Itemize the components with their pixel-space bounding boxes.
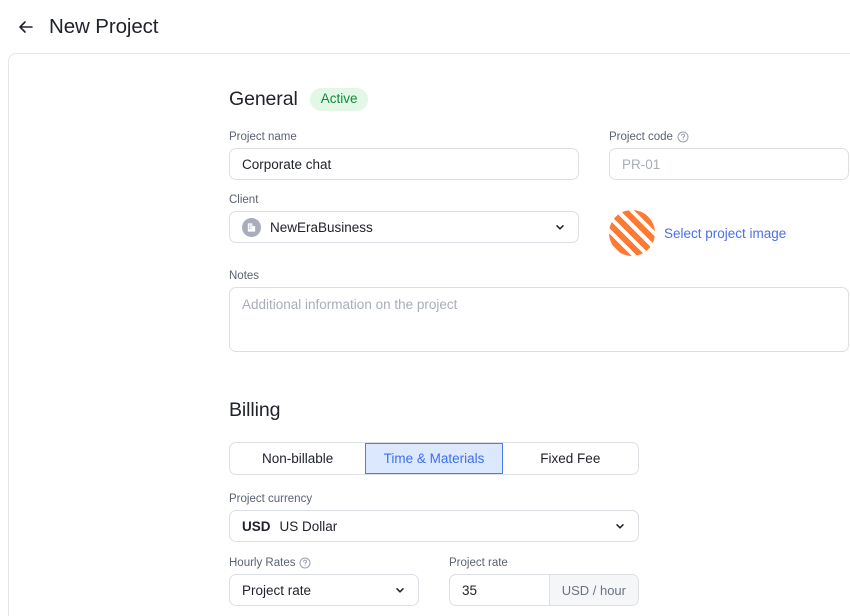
project-currency-field: Project currency USD US Dollar (229, 493, 639, 542)
project-code-input[interactable]: PR-01 (609, 148, 849, 180)
project-currency-select[interactable]: USD US Dollar (229, 510, 639, 542)
project-code-label-text: Project code (609, 131, 673, 143)
client-value: NewEraBusiness (270, 219, 373, 235)
project-code-field: Project code PR-01 (609, 131, 849, 180)
arrow-left-icon[interactable] (17, 18, 35, 36)
hourly-rates-label-text: Hourly Rates (229, 557, 296, 569)
page-title: New Project (49, 14, 159, 38)
hourly-rates-label: Hourly Rates (229, 557, 419, 569)
building-icon (242, 217, 261, 237)
help-circle-icon[interactable] (677, 131, 689, 143)
project-rate-label: Project rate (449, 557, 508, 569)
project-rate-field: Project rate 35 USD / hour (449, 557, 639, 606)
project-name-input[interactable]: Corporate chat (229, 148, 579, 180)
select-project-image-link[interactable]: Select project image (664, 226, 786, 241)
general-section-header: General Active (229, 88, 850, 111)
striped-circle-icon (609, 210, 655, 256)
project-rate-input[interactable]: 35 (450, 575, 549, 605)
billing-section-title: Billing (229, 399, 281, 421)
project-name-field: Project name Corporate chat (229, 131, 579, 180)
hourly-rates-value: Project rate (242, 582, 312, 598)
notes-label: Notes (229, 270, 260, 282)
billing-type-time-materials[interactable]: Time & Materials (365, 443, 503, 474)
billing-section-header: Billing (229, 399, 850, 422)
client-image-row: Client NewEraBusiness Select project ima… (229, 194, 850, 256)
notes-placeholder: Additional information on the project (242, 297, 458, 312)
page-header: New Project (0, 0, 850, 53)
project-code-label: Project code (609, 131, 849, 143)
project-name-label: Project name (229, 131, 297, 143)
chevron-down-icon (554, 221, 566, 233)
rates-row: Hourly Rates Project rate Project rate 3… (229, 557, 850, 606)
project-currency-label: Project currency (229, 493, 313, 505)
client-label: Client (229, 194, 259, 206)
billing-type-non-billable[interactable]: Non-billable (230, 443, 365, 474)
notes-field: Notes Additional information on the proj… (229, 270, 849, 352)
general-section-title: General (229, 88, 298, 110)
client-field: Client NewEraBusiness (229, 194, 579, 256)
chevron-down-icon (394, 584, 406, 596)
billing-type-fixed-fee[interactable]: Fixed Fee (503, 443, 638, 474)
status-badge: Active (309, 88, 369, 111)
currency-code: USD (242, 518, 271, 534)
project-form: General Active Project name Corporate ch… (9, 54, 850, 606)
project-rate-input-group[interactable]: 35 USD / hour (449, 574, 639, 606)
chevron-down-icon (614, 520, 626, 532)
hourly-rates-field: Hourly Rates Project rate (229, 557, 419, 606)
project-image-picker[interactable]: Select project image (609, 210, 786, 256)
client-select[interactable]: NewEraBusiness (229, 211, 579, 243)
name-code-row: Project name Corporate chat Project code… (229, 131, 850, 180)
help-circle-icon[interactable] (299, 557, 311, 569)
hourly-rates-select[interactable]: Project rate (229, 574, 419, 606)
billing-type-segmented-control[interactable]: Non-billable Time & Materials Fixed Fee (229, 442, 639, 475)
currency-name: US Dollar (279, 518, 338, 534)
project-rate-suffix: USD / hour (548, 575, 638, 605)
content-card: General Active Project name Corporate ch… (8, 53, 850, 616)
notes-textarea[interactable]: Additional information on the project (229, 287, 849, 352)
